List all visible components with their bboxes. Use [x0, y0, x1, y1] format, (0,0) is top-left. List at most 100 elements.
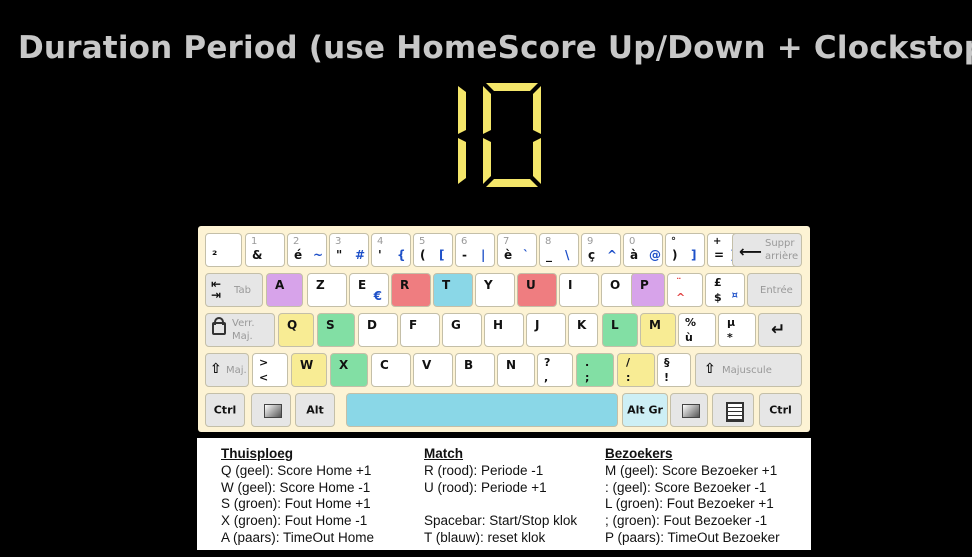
key-5[interactable]: 5([: [413, 233, 453, 267]
enter-key[interactable]: ↵: [758, 313, 802, 347]
key-colon[interactable]: /:: [617, 353, 655, 387]
windows-icon: [264, 404, 282, 418]
altgr-key[interactable]: Alt Gr: [622, 393, 668, 427]
context-menu-icon: [726, 402, 744, 422]
backspace-key[interactable]: ⟵ Suppr arrière: [732, 233, 802, 267]
alt-key[interactable]: Alt: [295, 393, 335, 427]
shift-right-key[interactable]: ⇧ Majuscule: [695, 353, 802, 387]
key-u[interactable]: U: [517, 273, 557, 307]
key-y[interactable]: Y: [475, 273, 515, 307]
shift-arrow-icon: ⇧: [210, 361, 222, 377]
key-i[interactable]: I: [559, 273, 599, 307]
legend-line-blank: [424, 496, 577, 513]
shift-left-key[interactable]: ⇧ Maj.: [205, 353, 249, 387]
key-q[interactable]: Q: [278, 313, 314, 347]
ctrl-right-key[interactable]: Ctrl: [759, 393, 802, 427]
legend-line: Q (geel): Score Home +1: [221, 462, 372, 478]
key-semicolon[interactable]: .;: [576, 353, 614, 387]
digit-1-lower-segment: [458, 138, 466, 184]
key-l[interactable]: L: [602, 313, 638, 347]
key-0[interactable]: 0 à @: [623, 233, 663, 267]
page-title: Duration Period (use HomeScore Up/Down +…: [18, 30, 972, 66]
legend-line: U (rood): Periode +1: [424, 479, 547, 495]
key-n[interactable]: N: [497, 353, 535, 387]
legend-column-home: Thuisploeg Q (geel): Score Home +1 W (ge…: [221, 446, 374, 547]
legend-line: W (geel): Score Home -1: [221, 479, 371, 495]
windows-icon: [682, 404, 700, 418]
windows-right-key[interactable]: [670, 393, 708, 427]
legend-line: T (blauw): reset klok: [424, 529, 546, 545]
digit-0-top-segment: [486, 83, 538, 91]
digit-0-bottom-left-segment: [483, 138, 491, 184]
key-m[interactable]: M: [640, 313, 676, 347]
key-p[interactable]: P: [631, 273, 665, 307]
legend-column-visitors: Bezoekers M (geel): Score Bezoeker +1 : …: [605, 446, 780, 547]
tab-key[interactable]: ⇤ ⇥ Tab: [205, 273, 263, 307]
key-2[interactable]: 2 é ~: [287, 233, 327, 267]
key-x[interactable]: X: [330, 353, 368, 387]
keyboard-layout: ² 1 & 2 é ~ 3 " # 4 '{ 5([ 6- | 7 è ` 8 _ \ 9 ç ^ 0 à @…: [198, 226, 810, 432]
key-d[interactable]: D: [358, 313, 398, 347]
tab-arrows-icon: ⇤ ⇥: [211, 277, 222, 302]
key-s[interactable]: S: [317, 313, 355, 347]
key-t[interactable]: T: [433, 273, 473, 307]
key-w[interactable]: W: [291, 353, 327, 387]
spacebar-key[interactable]: [346, 393, 618, 427]
key-angle-bracket[interactable]: > <: [252, 353, 288, 387]
key-3[interactable]: 3 " #: [329, 233, 369, 267]
key-g[interactable]: G: [442, 313, 482, 347]
key-f[interactable]: F: [400, 313, 440, 347]
legend-column-match: Match R (rood): Periode -1 U (rood): Per…: [424, 446, 577, 547]
legend-line: : (geel): Score Bezoeker -1: [605, 479, 767, 495]
key-v[interactable]: V: [413, 353, 453, 387]
key-8[interactable]: 8 _ \: [539, 233, 579, 267]
menu-key[interactable]: [712, 393, 754, 427]
key-pound[interactable]: £ $ ¤: [705, 273, 745, 307]
key-1[interactable]: 1 &: [245, 233, 285, 267]
ctrl-left-key[interactable]: Ctrl: [205, 393, 245, 427]
digit-0-bottom-right-segment: [533, 138, 541, 184]
legend-line: ; (groen): Fout Bezoeker -1: [605, 513, 768, 529]
key-comma[interactable]: ?,: [537, 353, 573, 387]
key-e[interactable]: E €: [349, 273, 389, 307]
legend-line: A (paars): TimeOut Home: [221, 529, 375, 545]
key-degree[interactable]: °)]: [665, 233, 705, 267]
key-exclamation[interactable]: §!: [657, 353, 691, 387]
legend-line: R (rood): Periode -1: [424, 462, 544, 478]
legend-heading: Bezoekers: [605, 446, 673, 461]
legend-line: P (paars): TimeOut Bezoeker: [605, 529, 780, 545]
legend-heading: Match: [424, 446, 464, 461]
digit-0-bottom-segment: [486, 179, 538, 187]
key-caret[interactable]: ¨ ^: [667, 273, 703, 307]
legend-line: Spacebar: Start/Stop klok: [424, 513, 578, 529]
legend-heading: Thuisploeg: [221, 446, 293, 461]
backspace-arrow-icon: ⟵: [739, 242, 762, 261]
key-percent[interactable]: % ù: [678, 313, 716, 347]
period-display: [458, 83, 541, 187]
digit-0-top-right-segment: [533, 86, 541, 134]
key-6[interactable]: 6- |: [455, 233, 495, 267]
enter-arrow-icon: ↵: [771, 320, 786, 340]
key-k[interactable]: K: [568, 313, 598, 347]
digit-0-top-left-segment: [483, 86, 491, 134]
key-a[interactable]: A: [266, 273, 303, 307]
key-4[interactable]: 4 '{: [371, 233, 411, 267]
key-b[interactable]: B: [455, 353, 495, 387]
key-9[interactable]: 9 ç ^: [581, 233, 621, 267]
legend-line: X (groen): Fout Home -1: [221, 513, 368, 529]
legend-line: S (groen): Fout Home +1: [221, 496, 371, 512]
key-h[interactable]: H: [484, 313, 524, 347]
key-7[interactable]: 7 è `: [497, 233, 537, 267]
windows-left-key[interactable]: [251, 393, 291, 427]
key-superscript-2[interactable]: ²: [205, 233, 242, 267]
key-r[interactable]: R: [391, 273, 431, 307]
key-mu[interactable]: µ *: [718, 313, 756, 347]
key-c[interactable]: C: [371, 353, 411, 387]
key-z[interactable]: Z: [307, 273, 347, 307]
legend-line: M (geel): Score Bezoeker +1: [605, 462, 778, 478]
enter-key-top[interactable]: Entrée: [747, 273, 802, 307]
capslock-key[interactable]: Verr. Maj.: [205, 313, 275, 347]
key-j[interactable]: J: [526, 313, 566, 347]
digit-1-upper-segment: [458, 86, 466, 134]
legend-line: L (groen): Fout Bezoeker +1: [605, 496, 774, 512]
